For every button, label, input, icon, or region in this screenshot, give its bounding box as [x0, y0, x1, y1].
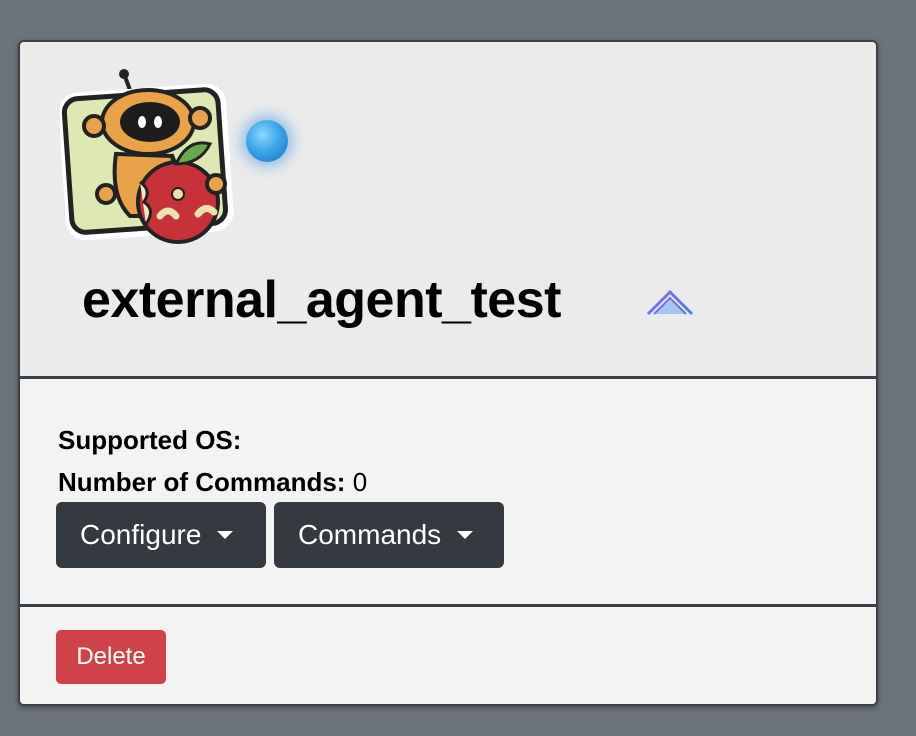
configure-dropdown-button[interactable]: Configure	[56, 502, 266, 568]
agent-card-header: external_agent_test	[20, 42, 876, 379]
agent-name: external_agent_test	[82, 271, 561, 329]
agent-avatar-icon	[60, 69, 234, 244]
supported-os-row: Supported OS:	[58, 425, 241, 456]
caret-down-icon	[217, 531, 234, 539]
chevron-up-icon[interactable]	[644, 286, 696, 318]
commands-dropdown-button[interactable]: Commands	[274, 502, 504, 568]
delete-button[interactable]: Delete	[56, 630, 166, 684]
agent-card: external_agent_test Supported OS: Number…	[18, 40, 878, 706]
supported-os-label: Supported OS:	[58, 425, 242, 455]
num-commands-value: 0	[352, 467, 368, 497]
caret-down-icon	[457, 531, 474, 539]
commands-label: Commands	[298, 519, 442, 550]
status-indicator	[246, 120, 288, 162]
num-commands-row: Number of Commands: 0	[58, 467, 367, 498]
agent-card-footer: Delete	[20, 607, 876, 704]
num-commands-label: Number of Commands:	[58, 467, 346, 497]
configure-label: Configure	[80, 519, 202, 550]
agent-card-body: Supported OS: Number of Commands: 0 Conf…	[20, 379, 876, 607]
